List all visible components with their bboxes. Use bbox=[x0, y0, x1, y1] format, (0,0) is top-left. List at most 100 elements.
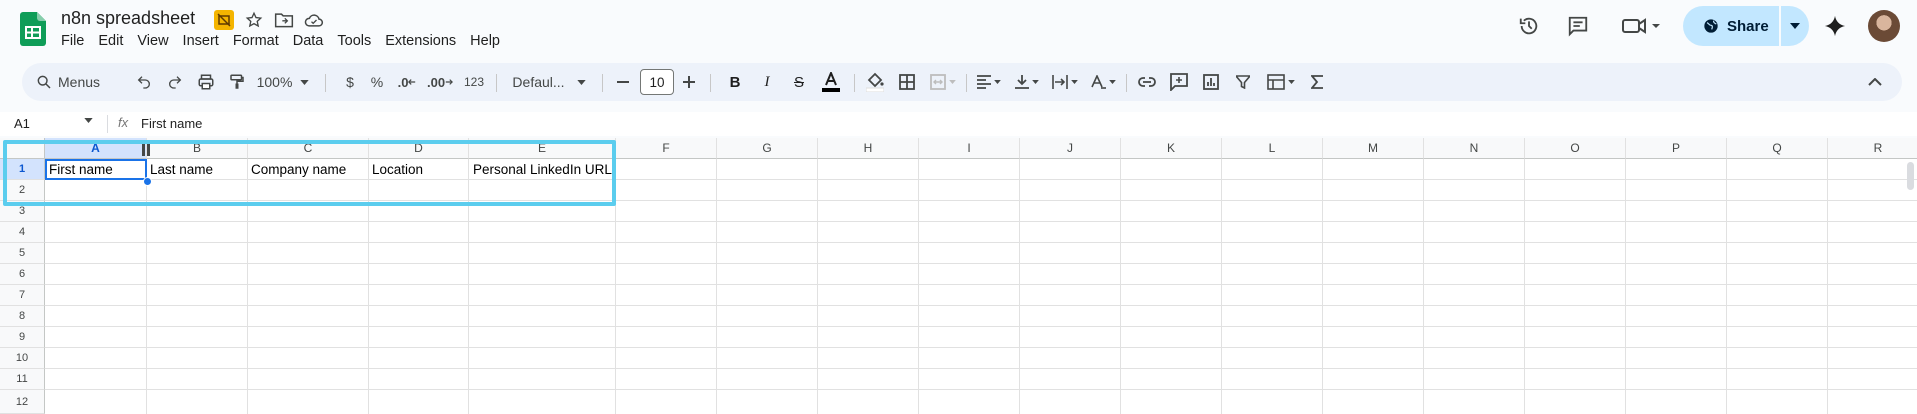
row-header-6[interactable]: 6 bbox=[0, 264, 45, 285]
increase-decimal-button[interactable]: .00 bbox=[427, 63, 453, 101]
user-avatar[interactable] bbox=[1868, 10, 1900, 42]
menu-format[interactable]: Format bbox=[233, 33, 287, 49]
print-icon[interactable] bbox=[192, 63, 220, 101]
font-size-input[interactable]: 10 bbox=[640, 69, 674, 95]
insert-chart-icon[interactable] bbox=[1198, 63, 1224, 101]
insert-comment-icon[interactable] bbox=[1166, 63, 1192, 101]
decrease-font-size-icon[interactable] bbox=[612, 63, 634, 101]
font-family-select[interactable]: Defaul... bbox=[506, 63, 592, 101]
vertical-align-icon[interactable] bbox=[1010, 63, 1044, 101]
formula-input[interactable]: First name bbox=[141, 116, 202, 131]
column-header-n[interactable]: N bbox=[1424, 138, 1525, 159]
more-formats-button[interactable]: 123 bbox=[460, 63, 488, 101]
column-header-k[interactable]: K bbox=[1121, 138, 1222, 159]
divider bbox=[854, 74, 855, 92]
globe-icon bbox=[1703, 18, 1719, 34]
filter-views-icon[interactable] bbox=[1262, 63, 1300, 101]
column-header-q[interactable]: Q bbox=[1727, 138, 1828, 159]
insert-link-icon[interactable] bbox=[1134, 63, 1160, 101]
menu-insert[interactable]: Insert bbox=[183, 33, 227, 49]
search-icon bbox=[36, 74, 52, 90]
row-header-4[interactable]: 4 bbox=[0, 222, 45, 243]
italic-icon[interactable]: I bbox=[754, 63, 780, 101]
divider bbox=[966, 74, 967, 92]
text-color-icon[interactable] bbox=[818, 63, 844, 101]
column-header-m[interactable]: M bbox=[1323, 138, 1424, 159]
currency-format-button[interactable]: $ bbox=[340, 63, 360, 101]
star-icon[interactable] bbox=[244, 10, 264, 30]
menu-file[interactable]: File bbox=[61, 33, 92, 49]
menu-bar: File Edit View Insert Format Data Tools … bbox=[61, 33, 514, 49]
gridline bbox=[45, 242, 1917, 243]
row-header-11[interactable]: 11 bbox=[0, 369, 45, 390]
column-header-g[interactable]: G bbox=[717, 138, 818, 159]
move-folder-icon[interactable] bbox=[274, 10, 294, 30]
menu-view[interactable]: View bbox=[137, 33, 176, 49]
apps-script-badge-icon[interactable] bbox=[214, 10, 234, 30]
share-dropdown-button[interactable] bbox=[1781, 6, 1809, 46]
horizontal-align-icon[interactable] bbox=[972, 63, 1006, 101]
row-header-5[interactable]: 5 bbox=[0, 243, 45, 264]
percent-format-button[interactable]: % bbox=[367, 63, 387, 101]
gridline bbox=[1625, 159, 1626, 414]
increase-decimal-label: .00 bbox=[427, 74, 446, 90]
function-icon: fx bbox=[118, 115, 129, 130]
row-header-8[interactable]: 8 bbox=[0, 306, 45, 327]
column-header-j[interactable]: J bbox=[1020, 138, 1121, 159]
column-header-l[interactable]: L bbox=[1222, 138, 1323, 159]
row-header-10[interactable]: 10 bbox=[0, 348, 45, 369]
row-header-12[interactable]: 12 bbox=[0, 390, 45, 414]
column-header-o[interactable]: O bbox=[1525, 138, 1626, 159]
version-history-icon[interactable] bbox=[1517, 14, 1541, 38]
decrease-decimal-button[interactable]: .0 bbox=[394, 63, 420, 101]
gridline bbox=[1726, 159, 1727, 414]
meet-icon[interactable] bbox=[1620, 14, 1662, 38]
menu-edit[interactable]: Edit bbox=[98, 33, 131, 49]
search-menus-button[interactable]: Menus bbox=[28, 67, 128, 97]
chevron-down-icon bbox=[300, 79, 310, 85]
undo-icon[interactable] bbox=[130, 63, 158, 101]
text-rotation-icon[interactable] bbox=[1086, 63, 1120, 101]
comments-icon[interactable] bbox=[1566, 14, 1590, 38]
increase-font-size-icon[interactable] bbox=[678, 63, 700, 101]
fill-color-icon[interactable] bbox=[862, 63, 888, 101]
zoom-select[interactable]: 100% bbox=[254, 63, 312, 101]
merge-cells-icon[interactable] bbox=[926, 63, 960, 101]
gridline bbox=[817, 159, 818, 414]
functions-icon[interactable] bbox=[1304, 63, 1330, 101]
spreadsheet-grid[interactable]: A B C D E F G H I J K L M N O P Q R 1 2 … bbox=[0, 138, 1917, 414]
strikethrough-icon[interactable]: S bbox=[786, 63, 812, 101]
borders-icon[interactable] bbox=[894, 63, 920, 101]
gemini-icon[interactable] bbox=[1823, 14, 1847, 38]
column-header-h[interactable]: H bbox=[818, 138, 919, 159]
menu-help[interactable]: Help bbox=[470, 33, 508, 49]
menu-extensions[interactable]: Extensions bbox=[385, 33, 464, 49]
cloud-saved-icon[interactable] bbox=[304, 10, 324, 30]
filter-icon[interactable] bbox=[1230, 63, 1256, 101]
divider bbox=[107, 115, 108, 133]
text-wrapping-icon[interactable] bbox=[1048, 63, 1082, 101]
gridline bbox=[45, 305, 1917, 306]
collapse-toolbar-icon[interactable] bbox=[1862, 63, 1888, 101]
row-header-9[interactable]: 9 bbox=[0, 327, 45, 348]
column-header-r[interactable]: R bbox=[1828, 138, 1917, 159]
column-header-p[interactable]: P bbox=[1626, 138, 1727, 159]
zoom-value: 100% bbox=[256, 74, 293, 90]
column-header-i[interactable]: I bbox=[919, 138, 1020, 159]
paint-format-icon[interactable] bbox=[223, 63, 251, 101]
gridline bbox=[45, 326, 1917, 327]
font-family-value: Defaul... bbox=[512, 74, 565, 90]
share-label: Share bbox=[1727, 17, 1769, 35]
redo-icon[interactable] bbox=[161, 63, 189, 101]
row-header-7[interactable]: 7 bbox=[0, 285, 45, 306]
document-title[interactable]: n8n spreadsheet bbox=[61, 8, 195, 29]
vertical-scrollbar[interactable] bbox=[1907, 162, 1914, 190]
share-button[interactable]: Share bbox=[1683, 6, 1777, 46]
menu-data[interactable]: Data bbox=[293, 33, 332, 49]
sheets-logo-icon[interactable] bbox=[20, 12, 46, 46]
menu-tools[interactable]: Tools bbox=[337, 33, 379, 49]
chevron-down-icon[interactable] bbox=[84, 118, 93, 123]
bold-icon[interactable]: B bbox=[722, 63, 748, 101]
name-box[interactable]: A1 bbox=[14, 116, 30, 131]
column-header-f[interactable]: F bbox=[616, 138, 717, 159]
